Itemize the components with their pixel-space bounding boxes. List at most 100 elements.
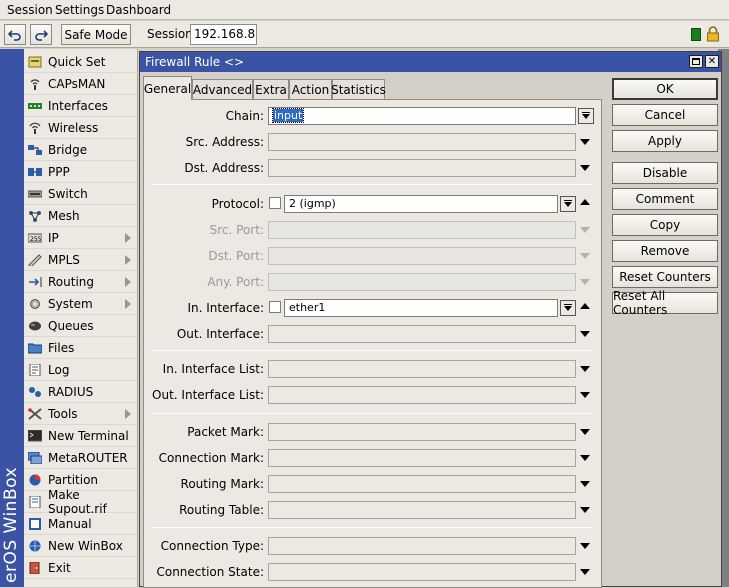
sidebar-item-exit[interactable]: Exit xyxy=(24,557,138,579)
in-interface-collapse-icon[interactable] xyxy=(580,303,590,309)
sidebar-item-tools[interactable]: Tools xyxy=(24,403,138,425)
copy-button[interactable]: Copy xyxy=(612,214,718,236)
tab-advanced[interactable]: Advanced xyxy=(192,79,253,99)
sidebar-item-bridge[interactable]: Bridge xyxy=(24,139,138,161)
menu-dashboard[interactable]: Dashboard xyxy=(106,3,171,17)
sidebar-item-quick-set[interactable]: Quick Set xyxy=(24,51,138,73)
tab-general[interactable]: General xyxy=(143,76,192,100)
menu-settings[interactable]: Settings xyxy=(55,3,104,17)
apply-button[interactable]: Apply xyxy=(612,130,718,152)
protocol-field[interactable]: 2 (igmp) xyxy=(284,195,558,213)
in-interface-list-expand-icon[interactable] xyxy=(580,366,590,372)
any-port-label: Any. Port: xyxy=(207,275,264,289)
dst-port-field[interactable] xyxy=(268,247,576,265)
out-interface-expand-icon[interactable] xyxy=(580,331,590,337)
src-address-field[interactable] xyxy=(268,133,576,151)
remove-button[interactable]: Remove xyxy=(612,240,718,262)
sidebar-item-label: Bridge xyxy=(48,142,88,157)
sidebar-item-interfaces[interactable]: Interfaces xyxy=(24,95,138,117)
window-title[interactable]: Firewall Rule <> xyxy=(140,52,721,72)
maximize-button[interactable] xyxy=(689,55,703,68)
out-interface-list-field[interactable] xyxy=(268,386,576,404)
sidebar-item-routing[interactable]: Routing xyxy=(24,271,138,293)
undo-button[interactable] xyxy=(4,24,26,45)
safe-mode-button[interactable]: Safe Mode xyxy=(61,24,131,45)
sidebar-item-ppp[interactable]: PPP xyxy=(24,161,138,183)
routing-table-expand-icon[interactable] xyxy=(580,507,590,513)
protocol-negate-checkbox[interactable] xyxy=(269,197,281,209)
sidebar-item-new-winbox[interactable]: New WinBox xyxy=(24,535,138,557)
redo-button[interactable] xyxy=(30,24,52,45)
chain-field[interactable]: input xyxy=(268,107,576,125)
connection-type-expand-icon[interactable] xyxy=(580,543,590,549)
in-interface-field[interactable]: ether1 xyxy=(284,299,558,317)
sidebar-item-make-supout[interactable]: Make Supout.rif xyxy=(24,488,138,516)
connection-mark-field[interactable] xyxy=(268,449,576,467)
connection-mark-label: Connection Mark: xyxy=(158,451,264,465)
sidebar-item-radius[interactable]: RADIUS xyxy=(24,381,138,403)
sidebar-item-log[interactable]: Log xyxy=(24,359,138,381)
sidebar-item-ip[interactable]: 255 IP xyxy=(24,227,138,249)
radius-icon xyxy=(27,385,43,399)
sidebar-item-system[interactable]: System xyxy=(24,293,138,315)
new-winbox-icon xyxy=(27,539,43,553)
routing-table-field[interactable] xyxy=(268,501,576,519)
src-port-field[interactable] xyxy=(268,221,576,239)
sidebar-item-files[interactable]: Files xyxy=(24,337,138,359)
protocol-dropdown-button[interactable] xyxy=(560,196,576,212)
connection-state-field[interactable] xyxy=(268,563,576,581)
chain-dropdown-button[interactable] xyxy=(578,108,594,124)
dst-address-field[interactable] xyxy=(268,159,576,177)
reset-all-counters-button[interactable]: Reset All Counters xyxy=(612,289,718,317)
wireless-icon xyxy=(27,121,43,135)
manual-icon xyxy=(27,517,43,531)
close-button[interactable]: ✕ xyxy=(705,55,719,68)
sidebar-item-mpls[interactable]: MPLS xyxy=(24,249,138,271)
packet-mark-field[interactable] xyxy=(268,423,576,441)
reset-counters-button[interactable]: Reset Counters xyxy=(612,266,718,288)
menu-session[interactable]: Session xyxy=(7,3,53,17)
tab-extra[interactable]: Extra xyxy=(253,79,289,99)
sidebar-item-metarouter[interactable]: MetaROUTER xyxy=(24,447,138,469)
tab-action[interactable]: Action xyxy=(289,79,332,99)
brand-strip: erOS WinBox xyxy=(0,49,24,587)
cancel-button[interactable]: Cancel xyxy=(612,104,718,126)
sidebar: Quick Set CAPsMAN Interfaces Wireless Br… xyxy=(24,49,138,587)
out-interface-list-label: Out. Interface List: xyxy=(152,388,264,402)
packet-mark-expand-icon[interactable] xyxy=(580,429,590,435)
src-address-expand-icon[interactable] xyxy=(580,139,590,145)
sidebar-item-wireless[interactable]: Wireless xyxy=(24,117,138,139)
sidebar-item-manual[interactable]: Manual xyxy=(24,513,138,535)
switch-icon xyxy=(27,187,43,201)
in-interface-list-field[interactable] xyxy=(268,360,576,378)
session-field[interactable]: 192.168.88.1 xyxy=(190,24,257,45)
routing-mark-expand-icon[interactable] xyxy=(580,481,590,487)
routing-mark-label: Routing Mark: xyxy=(180,477,264,491)
connection-type-field[interactable] xyxy=(268,537,576,555)
sidebar-item-capsman[interactable]: CAPsMAN xyxy=(24,73,138,95)
disable-button[interactable]: Disable xyxy=(612,162,718,184)
connection-mark-expand-icon[interactable] xyxy=(580,455,590,461)
in-interface-dropdown-button[interactable] xyxy=(560,300,576,316)
any-port-expand-icon xyxy=(580,279,590,285)
supout-icon xyxy=(27,495,43,509)
comment-button[interactable]: Comment xyxy=(612,188,718,210)
ok-button[interactable]: OK xyxy=(612,78,718,100)
sidebar-item-switch[interactable]: Switch xyxy=(24,183,138,205)
routing-mark-field[interactable] xyxy=(268,475,576,493)
submenu-arrow-icon xyxy=(125,233,131,243)
sidebar-item-new-terminal[interactable]: New Terminal xyxy=(24,425,138,447)
any-port-field[interactable] xyxy=(268,273,576,291)
out-interface-list-expand-icon[interactable] xyxy=(580,392,590,398)
src-port-expand-icon xyxy=(580,227,590,233)
sidebar-item-mesh[interactable]: Mesh xyxy=(24,205,138,227)
mpls-icon xyxy=(27,253,43,267)
protocol-collapse-icon[interactable] xyxy=(580,199,590,205)
in-interface-negate-checkbox[interactable] xyxy=(269,301,281,313)
tab-statistics[interactable]: Statistics xyxy=(331,79,386,99)
out-interface-field[interactable] xyxy=(268,325,576,343)
sidebar-item-queues[interactable]: Queues xyxy=(24,315,138,337)
sidebar-item-label: New Terminal xyxy=(48,428,129,443)
connection-state-expand-icon[interactable] xyxy=(580,569,590,575)
dst-address-expand-icon[interactable] xyxy=(580,165,590,171)
